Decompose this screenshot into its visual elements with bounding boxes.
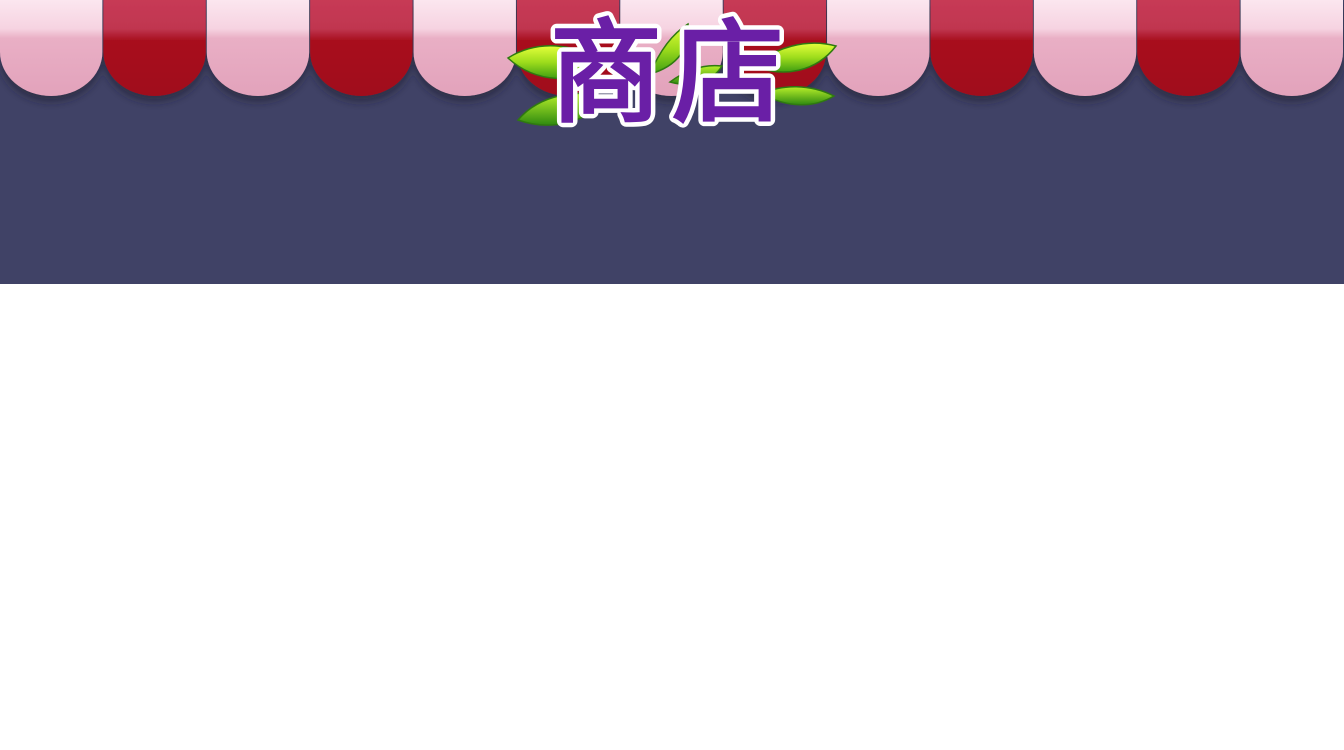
shop-sign: 商店 <box>506 5 838 140</box>
awning-stripe <box>103 0 206 96</box>
awning-stripe <box>930 0 1033 97</box>
awning-stripe <box>1033 0 1137 96</box>
shop-header: 商店 <box>0 0 1344 284</box>
awning-stripe <box>0 0 103 96</box>
awning-stripe <box>310 0 413 96</box>
awning-stripe <box>1240 0 1343 97</box>
game-screen: 商店 <box>0 0 1344 750</box>
awning-stripe <box>1137 0 1240 97</box>
awning-stripe <box>206 0 310 96</box>
shop-title: 商店 <box>550 9 794 139</box>
